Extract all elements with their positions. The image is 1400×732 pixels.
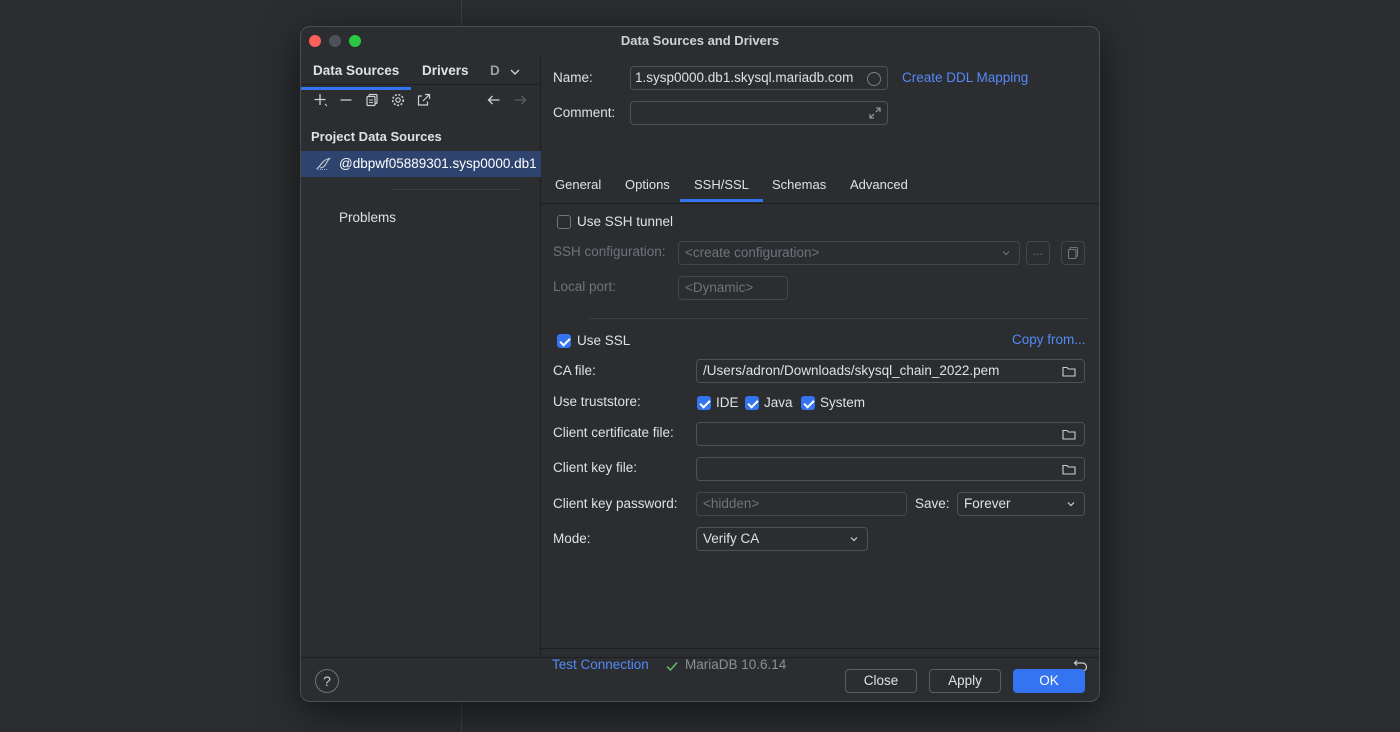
truststore-java-checkbox[interactable]: [745, 396, 759, 410]
tab-drivers[interactable]: Drivers: [422, 63, 469, 85]
save-select-value: Forever: [964, 496, 1011, 511]
tabs-more-chevron-icon[interactable]: [510, 67, 520, 77]
use-ssl-label: Use SSL: [577, 333, 631, 348]
ssh-config-more-button[interactable]: ...: [1026, 241, 1050, 265]
ca-file-folder-icon[interactable]: [1062, 365, 1076, 377]
ssh-ssl-separator: [589, 318, 1087, 319]
duplicate-icon[interactable]: [363, 91, 381, 109]
open-external-icon[interactable]: [415, 91, 433, 109]
ca-file-input[interactable]: /Users/adron/Downloads/skysql_chain_2022…: [696, 359, 1085, 383]
client-key-password-input[interactable]: <hidden>: [696, 492, 907, 516]
right-panel: Name: 1.sysp0000.db1.skysql.mariadb.com …: [541, 57, 1099, 672]
data-sources-dialog: Data Sources and Drivers Data Sources Dr…: [300, 26, 1100, 702]
local-port-label: Local port:: [553, 279, 617, 294]
forward-arrow-icon[interactable]: [511, 91, 529, 109]
comment-input[interactable]: [630, 101, 888, 125]
name-input[interactable]: 1.sysp0000.db1.skysql.mariadb.com: [630, 66, 888, 90]
ssh-config-chevron-down-icon: [1002, 251, 1010, 256]
client-certificate-input[interactable]: [696, 422, 1085, 446]
tab-options[interactable]: Options: [625, 177, 670, 192]
client-key-folder-icon[interactable]: [1062, 463, 1076, 475]
settings-gear-icon[interactable]: [389, 91, 407, 109]
client-certificate-label: Client certificate file:: [553, 425, 674, 440]
client-cert-folder-icon[interactable]: [1062, 428, 1076, 440]
status-divider: [541, 648, 1099, 649]
save-select[interactable]: Forever: [957, 492, 1085, 516]
tabs-divider: [541, 203, 1099, 204]
add-icon[interactable]: [311, 91, 329, 109]
mode-select-value: Verify CA: [703, 531, 760, 546]
truststore-ide-checkbox[interactable]: [697, 396, 711, 410]
truststore-system-label: System: [820, 395, 866, 410]
project-data-sources-heading: Project Data Sources: [311, 129, 442, 144]
client-key-password-placeholder: <hidden>: [703, 496, 760, 511]
ssh-configuration-value: <create configuration>: [685, 245, 820, 260]
local-port-input[interactable]: <Dynamic>: [678, 276, 788, 300]
copy-from-link[interactable]: Copy from...: [1012, 332, 1086, 347]
mode-select[interactable]: Verify CA: [696, 527, 868, 551]
help-button[interactable]: ?: [315, 669, 339, 693]
window-title: Data Sources and Drivers: [620, 33, 780, 48]
ssh-config-copy-button[interactable]: [1061, 241, 1085, 265]
name-label: Name:: [553, 70, 593, 85]
name-color-circle-icon[interactable]: [867, 72, 881, 86]
tab-general[interactable]: General: [555, 177, 601, 192]
ca-file-label: CA file:: [553, 363, 596, 378]
copy-icon: [1067, 246, 1079, 260]
left-tabs-divider: [301, 84, 541, 85]
title-bar: Data Sources and Drivers: [301, 27, 1099, 55]
datasource-item[interactable]: @dbpwf05889301.sysp0000.db1: [301, 151, 541, 177]
tab-advanced[interactable]: Advanced: [850, 177, 908, 192]
dialog-footer: ? Close Apply OK: [301, 657, 1099, 701]
save-label: Save:: [915, 496, 950, 511]
problems-item[interactable]: Problems: [339, 210, 396, 225]
client-key-password-label: Client key password:: [553, 496, 678, 511]
use-ssl-checkbox[interactable]: [557, 334, 571, 348]
use-ssh-tunnel-label: Use SSH tunnel: [577, 214, 674, 229]
mariadb-icon: [316, 157, 331, 170]
tab-overflow[interactable]: D: [490, 63, 500, 85]
datasource-item-label: @dbpwf05889301.sysp0000.db1: [339, 156, 537, 171]
left-separator: [391, 189, 521, 190]
save-chevron-down-icon: [1067, 502, 1075, 507]
apply-button[interactable]: Apply: [929, 669, 1001, 693]
tab-ssh-ssl[interactable]: SSH/SSL: [680, 177, 763, 202]
create-ddl-mapping-link[interactable]: Create DDL Mapping: [902, 70, 1028, 85]
name-input-value: 1.sysp0000.db1.skysql.mariadb.com: [635, 70, 854, 85]
tab-schemas[interactable]: Schemas: [772, 177, 826, 192]
close-button[interactable]: Close: [845, 669, 917, 693]
mode-label: Mode:: [553, 531, 591, 546]
client-key-input[interactable]: [696, 457, 1085, 481]
ssh-configuration-label: SSH configuration:: [553, 244, 666, 259]
ok-button[interactable]: OK: [1013, 669, 1085, 693]
client-key-label: Client key file:: [553, 460, 638, 475]
ca-file-value: /Users/adron/Downloads/skysql_chain_2022…: [703, 363, 1000, 378]
use-truststore-label: Use truststore:: [553, 394, 641, 409]
back-arrow-icon[interactable]: [485, 91, 503, 109]
truststore-ide-label: IDE: [716, 395, 739, 410]
mode-chevron-down-icon: [850, 537, 858, 542]
local-port-placeholder: <Dynamic>: [685, 280, 754, 295]
tab-data-sources[interactable]: Data Sources: [301, 63, 412, 90]
use-ssh-tunnel-checkbox[interactable]: [557, 215, 571, 229]
expand-icon[interactable]: [868, 106, 882, 120]
ssh-configuration-select[interactable]: <create configuration>: [678, 241, 1020, 265]
remove-icon[interactable]: [337, 91, 355, 109]
truststore-java-label: Java: [764, 395, 793, 410]
truststore-system-checkbox[interactable]: [801, 396, 815, 410]
comment-label: Comment:: [553, 105, 616, 120]
left-panel: Data Sources Drivers D Project Data Sour…: [301, 57, 541, 657]
